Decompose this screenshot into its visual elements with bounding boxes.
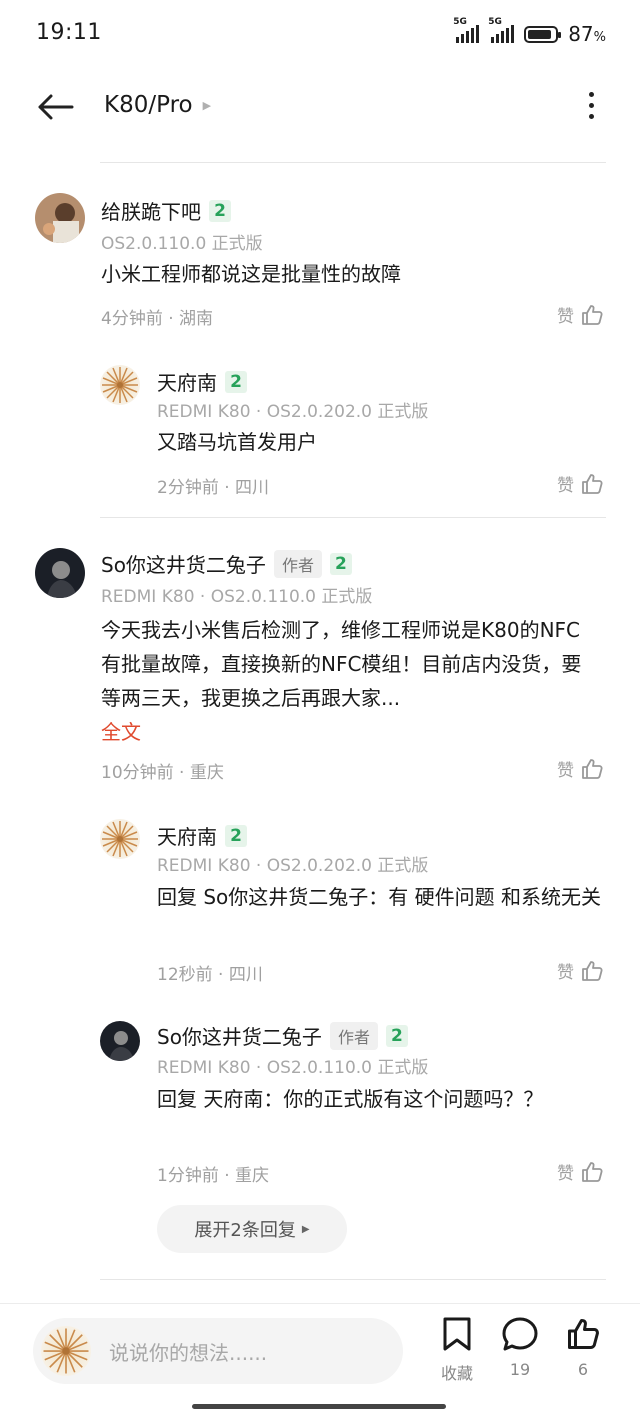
signal-icon: 5G [453,17,480,43]
like-button[interactable]: 赞 [557,302,604,327]
more-vertical-icon[interactable] [584,88,598,126]
chevron-right-icon: ▶ [202,98,212,112]
comment-time: 10分钟前 · 重庆 [101,763,224,783]
avatar[interactable] [100,365,140,405]
comment-time: 4分钟前 · 湖南 [101,309,214,329]
username[interactable]: So你这井货二兔子 [101,549,266,578]
status-bar: 19:11 5G 5G 87% [0,0,640,70]
device-info: OS2.0.110.0 正式版 [101,234,263,254]
thumbs-up-icon [582,960,603,981]
thumbs-up-icon [582,473,603,494]
author-badge: 作者 [329,1021,378,1050]
favorite-button[interactable]: 收藏 [427,1316,487,1384]
input-placeholder: 说说你的想法...... [109,1340,268,1365]
avatar[interactable] [35,193,85,243]
comment-text[interactable]: 回复 So你这井货二兔子：有 硬件问题 和系统无关 [157,880,607,914]
comment-header: 给朕跪下吧 2 [101,196,231,225]
thumbs-up-icon [582,1161,603,1182]
device-info: REDMI K80 · OS2.0.110.0 正式版 [157,1058,429,1078]
like-button[interactable]: 赞 [557,1159,604,1184]
like-button[interactable]: 赞 [557,958,604,983]
level-badge: 2 [209,199,231,222]
battery-icon [524,25,562,43]
like-post-button[interactable]: 6 [553,1316,613,1379]
username[interactable]: So你这井货二兔子 [157,1021,322,1050]
triangle-right-icon: ▶ [301,1223,310,1235]
divider [100,1279,606,1280]
battery-percent: 87% [568,22,606,46]
avatar[interactable] [35,548,85,598]
back-arrow-icon[interactable] [36,92,76,122]
avatar[interactable] [100,819,140,859]
comment-text[interactable]: 回复 天府南：你的正式版有这个问题吗？？ [157,1082,552,1116]
level-badge: 2 [225,824,247,847]
comment-header: So你这井货二兔子 作者 2 [101,549,352,578]
status-time: 19:11 [36,20,102,45]
avatar[interactable] [100,1021,140,1061]
device-info: REDMI K80 · OS2.0.202.0 正式版 [157,402,429,422]
author-badge: 作者 [273,549,322,578]
title-text: K80/Pro [104,92,193,118]
signal-icon-2: 5G [488,17,515,43]
comment-input[interactable]: 说说你的想法...... [33,1318,403,1384]
comment-header: So你这井货二兔子 作者 2 [157,1021,408,1050]
thumbs-up-icon [582,304,603,325]
device-info: REDMI K80 · OS2.0.202.0 正式版 [157,856,429,876]
device-info: REDMI K80 · OS2.0.110.0 正式版 [101,587,373,607]
comment-header: 天府南 2 [157,367,247,396]
comment-time: 1分钟前 · 重庆 [157,1166,270,1186]
comment-header: 天府南 2 [157,821,247,850]
expand-replies-button[interactable]: 展开2条回复 ▶ [157,1205,347,1253]
user-avatar [41,1326,91,1376]
status-right: 5G 5G 87% [453,17,606,46]
like-button[interactable]: 赞 [557,471,604,496]
home-indicator[interactable] [192,1404,446,1409]
comment-bubble-icon [502,1317,538,1351]
level-badge: 2 [225,370,247,393]
username[interactable]: 天府南 [157,367,217,396]
comment-time: 12秒前 · 四川 [157,965,263,985]
divider [100,162,606,163]
comment-text[interactable]: 又踏马坑首发用户 [157,425,602,459]
comment-text[interactable]: 小米工程师都说这是批量性的故障 [101,257,601,291]
divider [100,517,606,518]
comment-button[interactable]: 19 [490,1316,550,1379]
thumbs-up-icon [568,1319,599,1349]
bookmark-icon [443,1317,471,1351]
page-title[interactable]: K80/Pro ▶ [104,92,211,118]
header: K80/Pro ▶ [0,70,640,144]
username[interactable]: 给朕跪下吧 [101,196,201,225]
username[interactable]: 天府南 [157,821,217,850]
thumbs-up-icon [582,758,603,779]
comment-text[interactable]: 今天我去小米售后检测了，维修工程师说是K80的NFC有批量故障，直接换新的NFC… [101,613,597,749]
level-badge: 2 [385,1024,408,1047]
level-badge: 2 [329,552,352,575]
comment-time: 2分钟前 · 四川 [157,478,270,498]
full-text-link[interactable]: 全文 [101,720,141,744]
like-button[interactable]: 赞 [557,756,604,781]
